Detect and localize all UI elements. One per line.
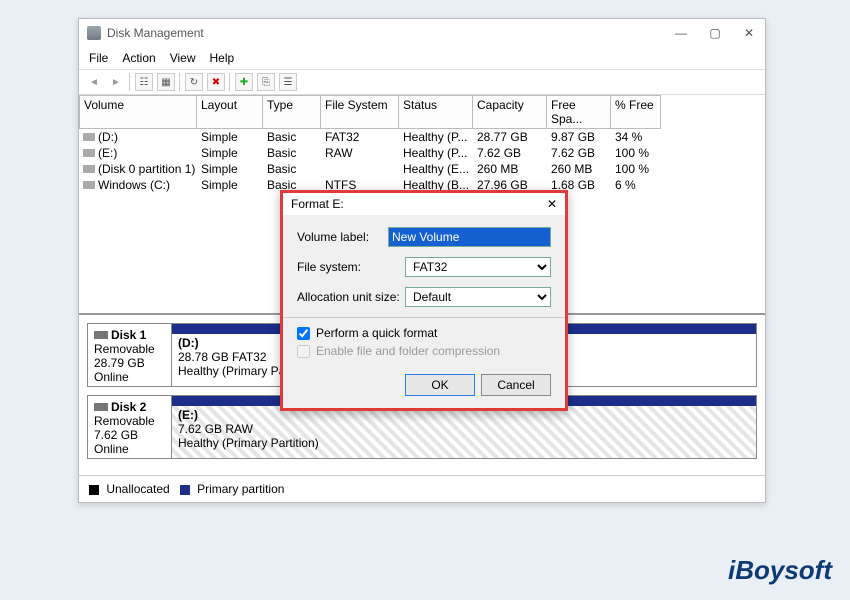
- col-capacity[interactable]: Capacity: [473, 95, 547, 129]
- drive-icon: [83, 165, 95, 173]
- ok-button[interactable]: OK: [405, 374, 475, 396]
- legend-unallocated-swatch: [89, 485, 99, 495]
- drive-icon: [83, 181, 95, 189]
- volume-label-input[interactable]: [388, 227, 551, 247]
- back-icon[interactable]: ◄: [85, 73, 103, 91]
- titlebar: Disk Management — ▢ ✕: [79, 19, 765, 47]
- cancel-button[interactable]: Cancel: [481, 374, 551, 396]
- menubar: File Action View Help: [79, 47, 765, 69]
- column-headers: Volume Layout Type File System Status Ca…: [79, 95, 765, 129]
- disk-icon: [94, 403, 108, 411]
- volume-row[interactable]: (Disk 0 partition 1)SimpleBasicHealthy (…: [79, 161, 765, 177]
- menu-view[interactable]: View: [170, 51, 196, 65]
- legend-unallocated-label: Unallocated: [106, 482, 169, 496]
- dialog-titlebar: Format E: ✕: [283, 193, 565, 215]
- menu-help[interactable]: Help: [210, 51, 235, 65]
- separator: [179, 73, 181, 91]
- menu-action[interactable]: Action: [122, 51, 155, 65]
- dialog-close-icon[interactable]: ✕: [547, 197, 557, 211]
- options-icon[interactable]: ☰: [279, 73, 297, 91]
- volume-row[interactable]: (D:)SimpleBasicFAT32Healthy (P...28.77 G…: [79, 129, 765, 145]
- window-title: Disk Management: [107, 26, 673, 40]
- disk-info: Disk 1Removable28.79 GBOnline: [88, 324, 172, 386]
- tree-icon[interactable]: ☷: [135, 73, 153, 91]
- drive-icon: [83, 149, 95, 157]
- col-pct[interactable]: % Free: [611, 95, 661, 129]
- minimize-button[interactable]: —: [673, 26, 689, 40]
- dialog-title: Format E:: [291, 197, 547, 211]
- menu-file[interactable]: File: [89, 51, 108, 65]
- col-fs[interactable]: File System: [321, 95, 399, 129]
- separator: [229, 73, 231, 91]
- watermark: iBoysoft: [728, 555, 832, 586]
- delete-icon[interactable]: ✖: [207, 73, 225, 91]
- volume-label-label: Volume label:: [297, 230, 388, 244]
- volume-row[interactable]: (E:)SimpleBasicRAWHealthy (P...7.62 GB7.…: [79, 145, 765, 161]
- legend: Unallocated Primary partition: [79, 475, 765, 502]
- quick-format-label: Perform a quick format: [316, 326, 437, 340]
- toolbar: ◄ ► ☷ ▦ ↻ ✖ ✚ ⎘ ☰: [79, 69, 765, 95]
- format-dialog: Format E: ✕ Volume label: File system: F…: [280, 190, 568, 411]
- col-free[interactable]: Free Spa...: [547, 95, 611, 129]
- refresh-icon[interactable]: ↻: [185, 73, 203, 91]
- legend-primary-label: Primary partition: [197, 482, 284, 496]
- properties-icon[interactable]: ▦: [157, 73, 175, 91]
- quick-format-checkbox[interactable]: [297, 327, 310, 340]
- col-layout[interactable]: Layout: [197, 95, 263, 129]
- file-system-label: File system:: [297, 260, 405, 274]
- plug-icon[interactable]: ⎘: [257, 73, 275, 91]
- new-icon[interactable]: ✚: [235, 73, 253, 91]
- forward-icon[interactable]: ►: [107, 73, 125, 91]
- separator: [129, 73, 131, 91]
- app-icon: [87, 26, 101, 40]
- compression-label: Enable file and folder compression: [316, 344, 500, 358]
- file-system-select[interactable]: FAT32: [405, 257, 551, 277]
- legend-primary-swatch: [180, 485, 190, 495]
- drive-icon: [83, 133, 95, 141]
- col-status[interactable]: Status: [399, 95, 473, 129]
- compression-checkbox: [297, 345, 310, 358]
- disk-icon: [94, 331, 108, 339]
- allocation-size-select[interactable]: Default: [405, 287, 551, 307]
- close-button[interactable]: ✕: [741, 26, 757, 40]
- allocation-size-label: Allocation unit size:: [297, 290, 405, 304]
- col-type[interactable]: Type: [263, 95, 321, 129]
- disk-info: Disk 2Removable7.62 GBOnline: [88, 396, 172, 458]
- maximize-button[interactable]: ▢: [707, 26, 723, 40]
- col-volume[interactable]: Volume: [79, 95, 197, 129]
